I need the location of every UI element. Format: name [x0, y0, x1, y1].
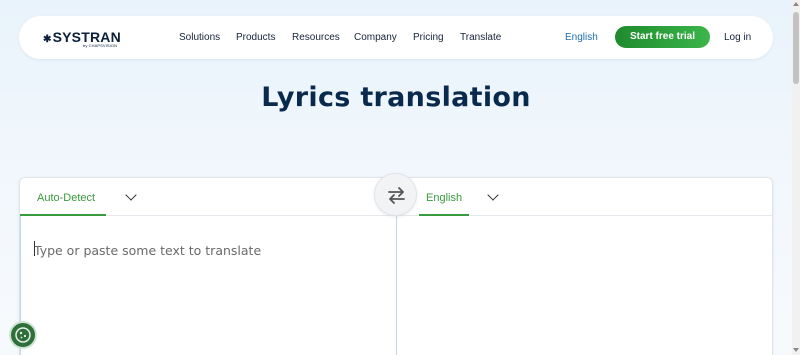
nav-translate[interactable]: Translate	[460, 32, 501, 44]
scrollbar-thumb[interactable]	[793, 12, 799, 84]
cookie-icon	[15, 327, 31, 343]
swap-languages-button[interactable]	[374, 173, 417, 216]
logo-subtext: by CHAPSVISION	[83, 43, 118, 48]
page-scrollbar[interactable]	[792, 0, 800, 355]
systran-logo[interactable]: ✱SYSTRAN by CHAPSVISION	[43, 29, 121, 48]
target-language-tab[interactable]: English	[419, 178, 469, 216]
source-language-label: Auto-Detect	[37, 192, 96, 204]
nav-solutions[interactable]: Solutions	[179, 32, 220, 44]
scroll-up-arrow-icon[interactable]	[793, 2, 799, 6]
nav-resources[interactable]: Resources	[292, 32, 340, 44]
target-language-label: English	[426, 192, 463, 204]
chevron-down-icon[interactable]	[125, 189, 137, 201]
login-link[interactable]: Log in	[724, 32, 751, 44]
chevron-down-icon[interactable]	[487, 189, 499, 201]
text-caret	[34, 241, 35, 256]
start-free-trial-button[interactable]: Start free trial	[615, 26, 710, 48]
systran-star-icon: ✱	[43, 34, 52, 45]
source-text-input[interactable]	[34, 240, 374, 260]
nav-company[interactable]: Company	[354, 32, 397, 44]
language-selector[interactable]: English	[565, 32, 598, 44]
source-language-tab[interactable]: Auto-Detect	[20, 178, 106, 216]
source-text-area[interactable]	[20, 216, 397, 355]
scroll-down-arrow-icon[interactable]	[793, 348, 799, 352]
cookie-settings-button[interactable]	[9, 321, 37, 349]
page-title: Lyrics translation	[261, 82, 531, 113]
nav-pricing[interactable]: Pricing	[413, 32, 444, 44]
top-navbar: ✱SYSTRAN by CHAPSVISION Solutions Produc…	[19, 16, 773, 59]
nav-products[interactable]: Products	[236, 32, 275, 44]
swap-arrows-icon	[388, 187, 405, 204]
